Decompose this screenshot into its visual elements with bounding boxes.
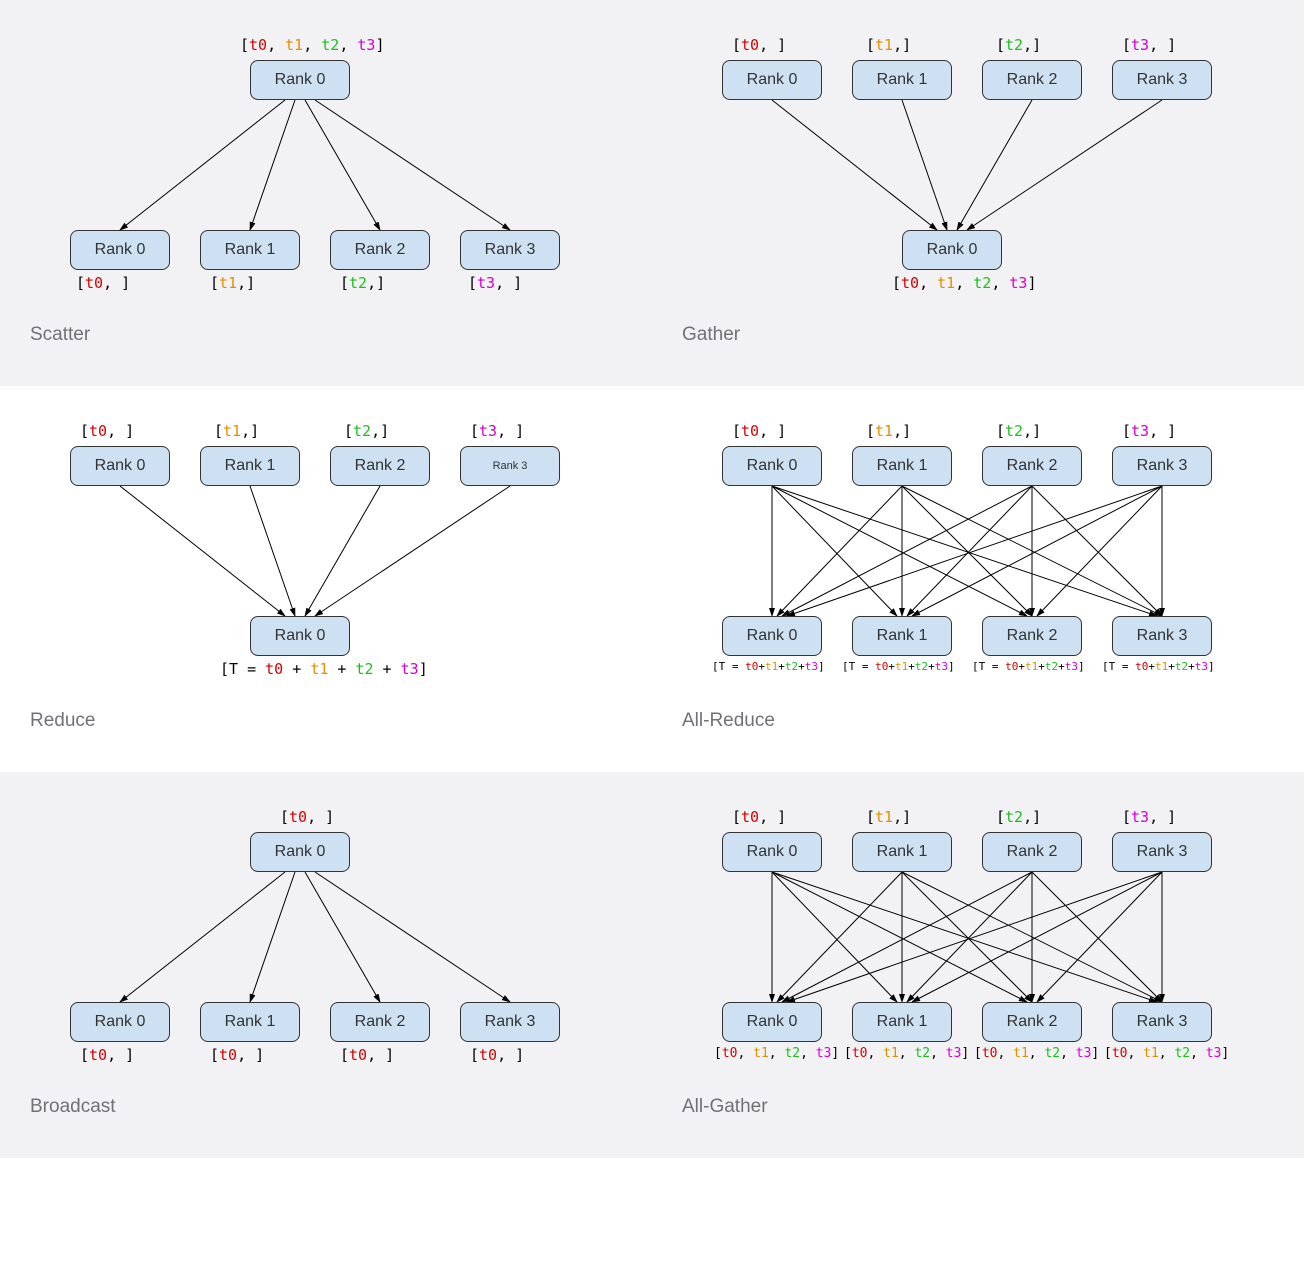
allreduce-bottom-rank-1: Rank 1	[852, 616, 952, 656]
allreduce-bottom-formula-2: [T = t0+t1+t2+t3]	[972, 660, 1085, 673]
allreduce-top-rank-3: Rank 3	[1112, 446, 1212, 486]
reduce-top-rank-2: Rank 2	[330, 446, 430, 486]
allreduce-top-data-3: [t3, ]	[1122, 422, 1176, 440]
diagram-allreduce: [t0, ] [t1,] [t2,] [t3, ] Rank 0 Rank 1 …	[682, 416, 1274, 696]
scatter-bottom-data-2: [t2,]	[340, 274, 385, 292]
panel-gather: [t0, ] [t1,] [t2,] [t3, ] Rank 0 Rank 1 …	[652, 0, 1304, 386]
allreduce-bottom-formula-0: [T = t0+t1+t2+t3]	[712, 660, 825, 673]
diagram-scatter: [t0, t1, t2, t3] Rank 0 Rank 0 Rank 1 Ra…	[30, 30, 622, 310]
scatter-bottom-rank-2: Rank 2	[330, 230, 430, 270]
scatter-bottom-rank-3: Rank 3	[460, 230, 560, 270]
allgather-top-rank-0: Rank 0	[722, 832, 822, 872]
broadcast-bottom-data-2: [t0, ]	[340, 1046, 394, 1064]
broadcast-bottom-data-1: [t0, ]	[210, 1046, 264, 1064]
allgather-top-data-1: [t1,]	[866, 808, 911, 826]
allreduce-bottom-rank-2: Rank 2	[982, 616, 1082, 656]
diagram-broadcast: [t0, ] Rank 0 Rank 0 Rank 1 Rank 2 Rank …	[30, 802, 622, 1082]
allreduce-top-rank-0: Rank 0	[722, 446, 822, 486]
gather-top-data-0: [t0, ]	[732, 36, 786, 54]
reduce-top-data-2: [t2,]	[344, 422, 389, 440]
scatter-bottom-rank-0: Rank 0	[70, 230, 170, 270]
allgather-bottom-rank-3: Rank 3	[1112, 1002, 1212, 1042]
caption-allgather: All-Gather	[682, 1096, 1274, 1118]
panel-reduce: [t0, ] [t1,] [t2,] [t3, ] Rank 0 Rank 1 …	[0, 386, 652, 772]
allgather-bottom-rank-1: Rank 1	[852, 1002, 952, 1042]
allreduce-top-rank-1: Rank 1	[852, 446, 952, 486]
reduce-top-rank-1: Rank 1	[200, 446, 300, 486]
allgather-top-data-2: [t2,]	[996, 808, 1041, 826]
reduce-top-data-3: [t3, ]	[470, 422, 524, 440]
panel-allgather: [t0, ] [t1,] [t2,] [t3, ] Rank 0 Rank 1 …	[652, 772, 1304, 1158]
broadcast-top-rank: Rank 0	[250, 832, 350, 872]
panel-broadcast: [t0, ] Rank 0 Rank 0 Rank 1 Rank 2 Rank …	[0, 772, 652, 1158]
reduce-top-rank-3: Rank 3	[460, 446, 560, 486]
allreduce-top-data-1: [t1,]	[866, 422, 911, 440]
allgather-bottom-rank-2: Rank 2	[982, 1002, 1082, 1042]
broadcast-bottom-data-0: [t0, ]	[80, 1046, 134, 1064]
scatter-bottom-rank-1: Rank 1	[200, 230, 300, 270]
allreduce-top-data-0: [t0, ]	[732, 422, 786, 440]
gather-top-rank-0: Rank 0	[722, 60, 822, 100]
allgather-top-data-3: [t3, ]	[1122, 808, 1176, 826]
allgather-bottom-data-2: [t0, t1, t2, t3]	[974, 1046, 1099, 1061]
diagram-allgather: [t0, ] [t1,] [t2,] [t3, ] Rank 0 Rank 1 …	[682, 802, 1274, 1082]
gather-top-data-2: [t2,]	[996, 36, 1041, 54]
diagram-reduce: [t0, ] [t1,] [t2,] [t3, ] Rank 0 Rank 1 …	[30, 416, 622, 696]
caption-scatter: Scatter	[30, 324, 622, 346]
allgather-bottom-data-0: [t0, t1, t2, t3]	[714, 1046, 839, 1061]
caption-gather: Gather	[682, 324, 1274, 346]
allreduce-bottom-rank-3: Rank 3	[1112, 616, 1212, 656]
allreduce-bottom-rank-0: Rank 0	[722, 616, 822, 656]
panel-allreduce: [t0, ] [t1,] [t2,] [t3, ] Rank 0 Rank 1 …	[652, 386, 1304, 772]
allreduce-top-rank-2: Rank 2	[982, 446, 1082, 486]
gather-top-rank-3: Rank 3	[1112, 60, 1212, 100]
allgather-top-rank-2: Rank 2	[982, 832, 1082, 872]
gather-bottom-rank: Rank 0	[902, 230, 1002, 270]
broadcast-bottom-rank-0: Rank 0	[70, 1002, 170, 1042]
broadcast-bottom-rank-2: Rank 2	[330, 1002, 430, 1042]
allgather-bottom-data-3: [t0, t1, t2, t3]	[1104, 1046, 1229, 1061]
broadcast-top-data: [t0, ]	[280, 808, 334, 826]
broadcast-bottom-data-3: [t0, ]	[470, 1046, 524, 1064]
reduce-bottom-rank: Rank 0	[250, 616, 350, 656]
broadcast-bottom-rank-1: Rank 1	[200, 1002, 300, 1042]
allgather-top-rank-1: Rank 1	[852, 832, 952, 872]
scatter-bottom-data-1: [t1,]	[210, 274, 255, 292]
caption-broadcast: Broadcast	[30, 1096, 622, 1118]
reduce-bottom-formula: [T = t0 + t1 + t2 + t3]	[220, 660, 428, 678]
allreduce-bottom-formula-1: [T = t0+t1+t2+t3]	[842, 660, 955, 673]
allgather-bottom-rank-0: Rank 0	[722, 1002, 822, 1042]
scatter-top-data: [t0, t1, t2, t3]	[240, 36, 385, 54]
panel-scatter: [t0, t1, t2, t3] Rank 0 Rank 0 Rank 1 Ra…	[0, 0, 652, 386]
broadcast-bottom-rank-3: Rank 3	[460, 1002, 560, 1042]
allgather-top-rank-3: Rank 3	[1112, 832, 1212, 872]
scatter-bottom-data-0: [t0, ]	[76, 274, 130, 292]
diagram-gather: [t0, ] [t1,] [t2,] [t3, ] Rank 0 Rank 1 …	[682, 30, 1274, 310]
reduce-top-data-1: [t1,]	[214, 422, 259, 440]
gather-top-data-3: [t3, ]	[1122, 36, 1176, 54]
allgather-top-data-0: [t0, ]	[732, 808, 786, 826]
reduce-top-data-0: [t0, ]	[80, 422, 134, 440]
scatter-bottom-data-3: [t3, ]	[468, 274, 522, 292]
scatter-top-rank: Rank 0	[250, 60, 350, 100]
caption-reduce: Reduce	[30, 710, 622, 732]
caption-allreduce: All-Reduce	[682, 710, 1274, 732]
allreduce-top-data-2: [t2,]	[996, 422, 1041, 440]
reduce-top-rank-0: Rank 0	[70, 446, 170, 486]
allreduce-bottom-formula-3: [T = t0+t1+t2+t3]	[1102, 660, 1215, 673]
allgather-bottom-data-1: [t0, t1, t2, t3]	[844, 1046, 969, 1061]
gather-top-data-1: [t1,]	[866, 36, 911, 54]
gather-bottom-data: [t0, t1, t2, t3]	[892, 274, 1037, 292]
gather-top-rank-1: Rank 1	[852, 60, 952, 100]
gather-top-rank-2: Rank 2	[982, 60, 1082, 100]
